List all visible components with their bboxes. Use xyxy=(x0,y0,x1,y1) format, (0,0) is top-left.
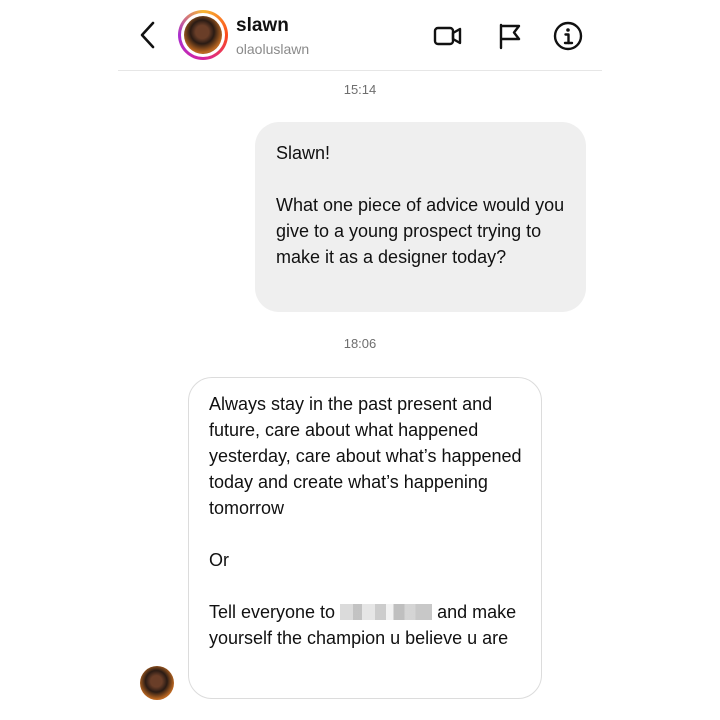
chat-header: slawn olaoluslawn xyxy=(118,0,602,71)
incoming-message-bubble[interactable]: Always stay in the past present and futu… xyxy=(188,377,542,699)
contact-name[interactable]: slawn xyxy=(236,15,289,37)
message-text: Always stay in the past present and futu… xyxy=(209,394,522,518)
outgoing-message-bubble[interactable]: Slawn! What one piece of advice would yo… xyxy=(255,122,586,312)
sender-avatar[interactable] xyxy=(140,666,174,700)
info-button[interactable] xyxy=(552,20,584,52)
chevron-left-icon xyxy=(140,21,155,49)
redacted-text xyxy=(340,604,433,620)
message-text: Or xyxy=(209,550,229,570)
message-text: Slawn! xyxy=(276,143,331,163)
info-icon xyxy=(553,21,583,51)
contact-username[interactable]: olaoluslawn xyxy=(236,41,309,57)
message-text: What one piece of advice would you give … xyxy=(276,195,565,267)
profile-avatar[interactable] xyxy=(178,10,228,60)
report-button[interactable] xyxy=(494,20,526,52)
message-text: Tell everyone to and make yourself the c… xyxy=(209,599,523,651)
video-call-icon xyxy=(433,26,462,46)
avatar-photo xyxy=(184,16,222,54)
flag-icon xyxy=(499,23,521,50)
message-text-start: Tell everyone to xyxy=(209,602,336,622)
video-call-button[interactable] xyxy=(432,20,464,52)
message-timestamp: 15:14 xyxy=(343,82,377,97)
message-timestamp: 18:06 xyxy=(343,336,377,351)
back-button[interactable] xyxy=(136,18,160,52)
